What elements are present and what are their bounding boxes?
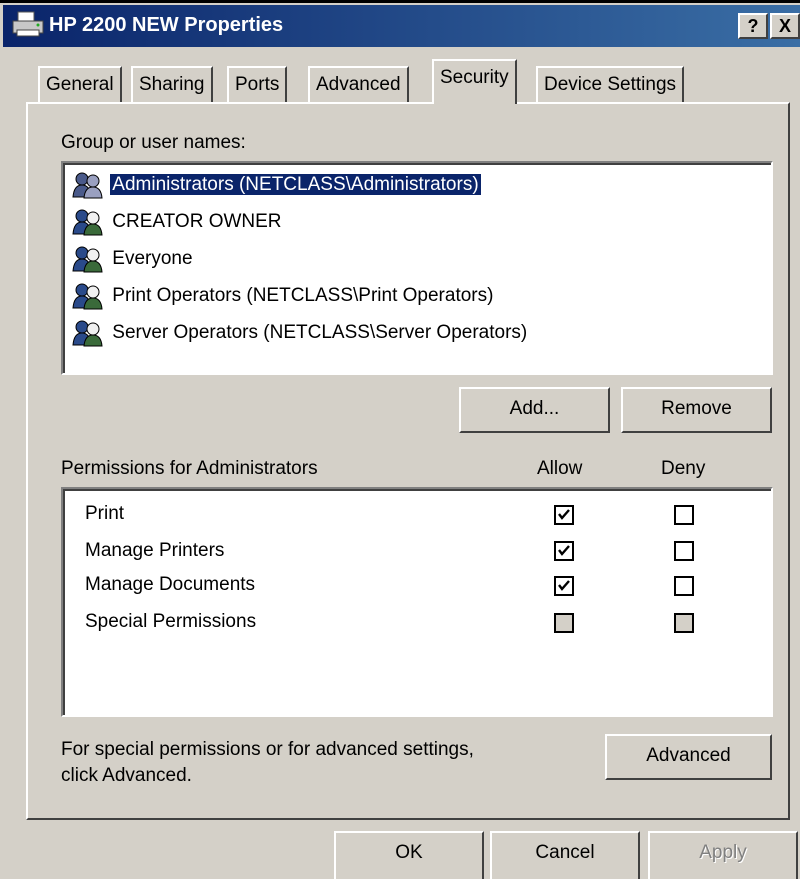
add-button[interactable]: Add... [459,387,610,433]
check-icon [558,580,570,591]
deny-special-checkbox [674,613,694,633]
permission-name: Special Permissions [85,611,257,632]
user-group-icon [72,320,103,347]
permission-row-print: Print [85,496,124,532]
list-item[interactable]: Server Operators (NETCLASS\Server Operat… [71,316,529,350]
security-panel: Group or user names: Administrators (NET… [26,102,790,820]
allow-manage-printers-checkbox[interactable] [554,541,574,561]
user-name: Server Operators (NETCLASS\Server Operat… [112,322,528,343]
user-name: Everyone [112,248,193,269]
ok-button-label: OK [395,842,423,863]
user-name: Print Operators (NETCLASS\Print Operator… [112,285,494,306]
tab-device-settings[interactable]: Device Settings [536,66,685,102]
close-button[interactable]: X [770,13,800,39]
user-group-icon [72,283,103,310]
advanced-note-line2: click Advanced. [61,765,192,786]
user-group-icon [72,172,103,199]
permission-name: Print [85,503,125,524]
tab-general[interactable]: General [38,66,122,102]
printer-icon [12,11,44,37]
tab-sharing[interactable]: Sharing [131,66,213,102]
apply-button-label: Apply [699,842,747,863]
user-group-icon [72,209,103,236]
allow-special-checkbox [554,613,574,633]
remove-button-label: Remove [661,398,732,419]
user-list[interactable]: Administrators (NETCLASS\Administrators)… [61,161,773,375]
allow-manage-documents-checkbox[interactable] [554,576,574,596]
advanced-note-line1: For special permissions or for advanced … [61,739,474,760]
permissions-label: Permissions for Administrators [61,458,318,479]
add-button-label: Add... [509,398,560,419]
advanced-button[interactable]: Advanced [605,734,772,780]
apply-button: Apply [648,831,798,879]
permissions-list: Print Manage Printers Manage Documents S… [61,487,773,717]
window-top-border [0,0,800,3]
user-group-icon [72,246,103,273]
cancel-button[interactable]: Cancel [490,831,640,879]
allow-print-checkbox[interactable] [554,505,574,525]
deny-print-checkbox[interactable] [674,505,694,525]
deny-manage-documents-checkbox[interactable] [674,576,694,596]
permission-row-manage-documents: Manage Documents [85,567,255,603]
deny-manage-printers-checkbox[interactable] [674,541,694,561]
help-button[interactable]: ? [738,13,768,39]
user-name: CREATOR OWNER [112,211,282,232]
deny-header: Deny [661,458,706,479]
title-bar[interactable]: HP 2200 NEW Properties ? X [3,5,800,47]
tab-advanced[interactable]: Advanced [308,66,409,102]
list-item[interactable]: Administrators (NETCLASS\Administrators) [71,168,482,202]
permission-name: Manage Printers [85,540,225,561]
list-item[interactable]: CREATOR OWNER [71,205,284,239]
tab-ports[interactable]: Ports [227,66,288,102]
check-icon [558,545,570,556]
window-title: HP 2200 NEW Properties [49,14,284,36]
permission-name: Manage Documents [85,574,256,595]
list-item[interactable]: Everyone [71,242,195,276]
list-item[interactable]: Print Operators (NETCLASS\Print Operator… [71,279,495,313]
permission-row-special: Special Permissions [85,604,256,640]
group-user-label: Group or user names: [61,132,246,153]
permission-row-manage-printers: Manage Printers [85,533,224,569]
advanced-button-label: Advanced [646,745,731,766]
user-name: Administrators (NETCLASS\Administrators) [109,173,482,196]
cancel-button-label: Cancel [535,842,595,863]
check-icon [558,509,570,520]
tab-security[interactable]: Security [432,59,517,104]
ok-button[interactable]: OK [334,831,484,879]
properties-window: HP 2200 NEW Properties ? X General Shari… [0,0,800,879]
allow-header: Allow [537,458,583,479]
remove-button[interactable]: Remove [621,387,772,433]
